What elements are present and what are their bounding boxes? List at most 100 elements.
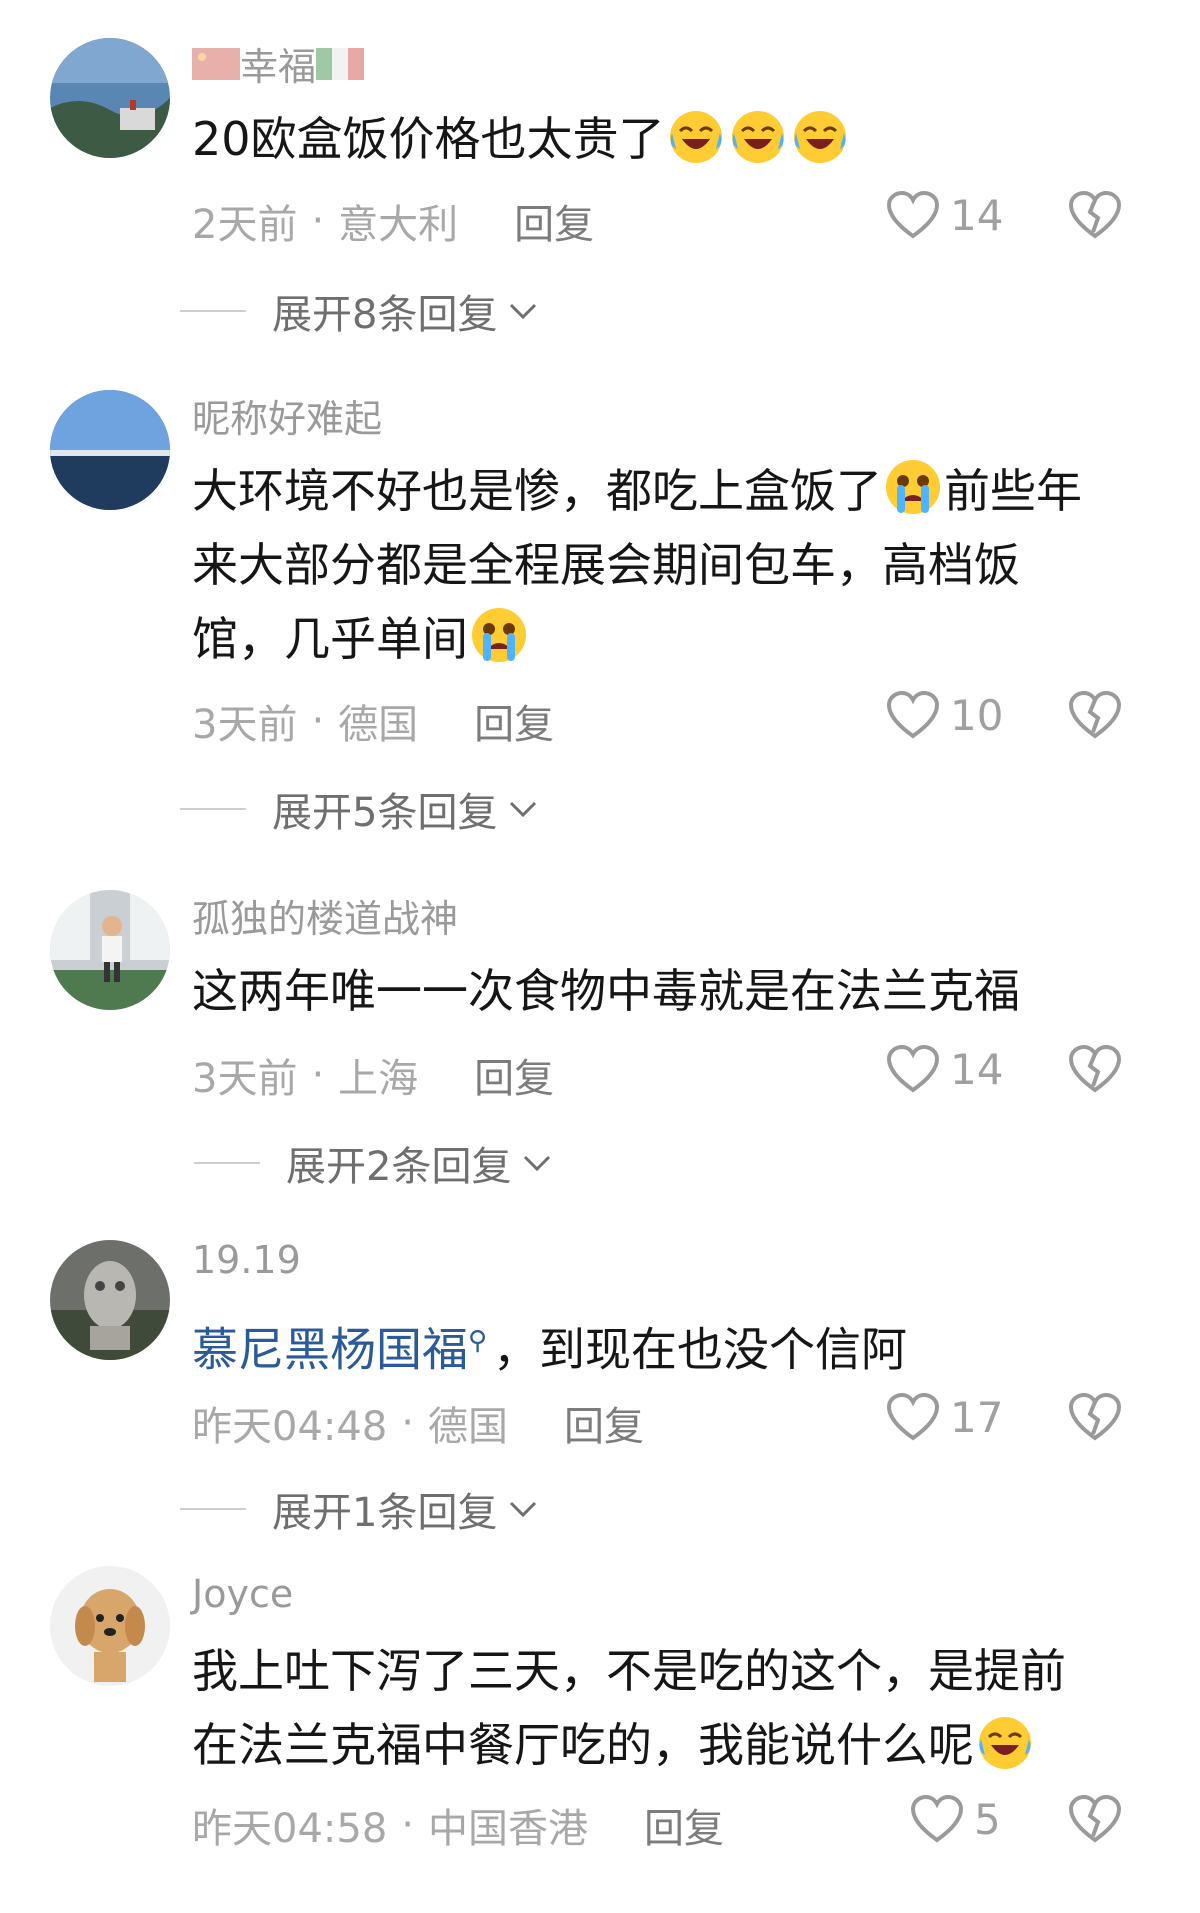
separator-dot: · xyxy=(401,1400,414,1446)
comment-body: 慕尼黑杨国福⚲ ，到现在也没个信阿 xyxy=(192,1304,1132,1386)
avatar-image xyxy=(50,1240,170,1360)
comment-text: 我上吐下泻了三天，不是吃的这个，是提前 xyxy=(192,1644,1066,1698)
avatar[interactable] xyxy=(50,1566,170,1686)
username-text: Joyce xyxy=(192,1572,294,1616)
expand-replies[interactable]: 展开2条回复 xyxy=(194,1134,553,1192)
comment-text: 前些年 xyxy=(944,464,1082,518)
reply-button[interactable]: 回复 xyxy=(474,1046,554,1104)
comment-meta: 2天前 · 意大利 回复 xyxy=(192,192,594,250)
expand-label: 展开8条回复 xyxy=(272,292,498,338)
comment-time: 昨天04:48 xyxy=(192,1404,388,1450)
like-count: 10 xyxy=(950,690,1004,740)
avatar-image xyxy=(50,38,170,158)
username-text: 幸福 xyxy=(240,45,317,89)
like-count: 17 xyxy=(950,1392,1004,1442)
search-icon[interactable]: ⚲ xyxy=(468,1326,487,1356)
china-flag-icon xyxy=(192,47,240,80)
comment-body: 大环境不好也是惨，都吃上盒饭了 前些年 来大部分都是全程展会期间包车，高档饭 馆，… xyxy=(192,454,1132,676)
comment-location: 中国香港 xyxy=(428,1806,588,1852)
comment-text: 来大部分都是全程展会期间包车，高档饭 xyxy=(192,538,1020,592)
username[interactable]: 幸福 xyxy=(192,36,365,91)
heart-icon xyxy=(886,690,940,739)
username[interactable]: Joyce xyxy=(192,1572,293,1616)
username-text: 昵称好难起 xyxy=(192,397,383,441)
username[interactable]: 昵称好难起 xyxy=(192,388,382,443)
divider-line xyxy=(194,1162,260,1164)
like-count: 14 xyxy=(950,1044,1004,1094)
avatar[interactable] xyxy=(50,1240,170,1360)
dislike-button[interactable] xyxy=(1068,190,1122,240)
avatar-image xyxy=(50,1566,170,1686)
expand-label: 展开2条回复 xyxy=(286,1144,512,1190)
comment-location: 德国 xyxy=(338,702,419,748)
chevron-down-icon xyxy=(510,801,537,818)
like-button[interactable]: 10 xyxy=(886,690,1003,740)
reply-button[interactable]: 回复 xyxy=(514,192,594,250)
heart-icon xyxy=(886,1044,940,1093)
comment-location: 德国 xyxy=(428,1404,508,1450)
comment-meta: 昨天04:48 · 德国 回复 xyxy=(192,1394,644,1452)
username-text: 19.19 xyxy=(192,1238,301,1282)
comment-text: 在法兰克福中餐厅吃的，我能说什么呢 xyxy=(192,1718,974,1772)
heart-icon xyxy=(886,1392,940,1441)
comment-time: 昨天04:58 xyxy=(192,1806,388,1852)
laugh-cry-emoji xyxy=(666,105,726,165)
reply-button[interactable]: 回复 xyxy=(564,1394,644,1452)
comment-text: ，到现在也没个信阿 xyxy=(493,1322,908,1377)
avatar[interactable] xyxy=(50,890,170,1010)
heart-icon xyxy=(910,1794,964,1843)
chevron-down-icon xyxy=(524,1155,551,1172)
divider-line xyxy=(180,808,246,810)
mention-link[interactable]: 慕尼黑杨国福 xyxy=(192,1322,468,1376)
dislike-button[interactable] xyxy=(1068,690,1122,740)
broken-heart-icon xyxy=(1068,1794,1122,1843)
expand-label: 展开1条回复 xyxy=(272,1490,498,1536)
like-button[interactable]: 5 xyxy=(910,1794,1001,1844)
separator-dot: · xyxy=(311,1052,325,1098)
comment-text: 大环境不好也是惨，都吃上盒饭了 xyxy=(192,464,882,518)
comment-time: 3天前 xyxy=(192,702,298,748)
separator-dot: · xyxy=(311,198,325,244)
broken-heart-icon xyxy=(1068,1044,1122,1093)
broken-heart-icon xyxy=(1068,1392,1122,1441)
comment-location: 上海 xyxy=(338,1056,419,1102)
expand-replies[interactable]: 展开1条回复 xyxy=(180,1480,539,1538)
comment-time: 3天前 xyxy=(192,1056,298,1102)
comment-text: 20欧盒饭价格也太贵了 xyxy=(192,112,665,166)
avatar[interactable] xyxy=(50,38,170,158)
username[interactable]: 孤独的楼道战神 xyxy=(192,888,458,943)
comment-body: 我上吐下泻了三天，不是吃的这个，是提前 在法兰克福中餐厅吃的，我能说什么呢 xyxy=(192,1634,1132,1782)
laugh-cry-emoji xyxy=(975,1711,1035,1771)
chevron-down-icon xyxy=(510,303,537,320)
avatar[interactable] xyxy=(50,390,170,510)
chevron-down-icon xyxy=(510,1501,537,1518)
expand-label: 展开5条回复 xyxy=(272,790,498,836)
laugh-cry-emoji xyxy=(728,105,788,165)
comment-text: 馆，几乎单间 xyxy=(192,612,468,666)
reply-button[interactable]: 回复 xyxy=(474,692,554,750)
comment-text: 这两年唯一一次食物中毒就是在法兰克福 xyxy=(192,964,1020,1018)
expand-replies[interactable]: 展开5条回复 xyxy=(180,780,539,838)
like-button[interactable]: 17 xyxy=(886,1392,1003,1442)
divider-line xyxy=(180,310,246,312)
comment-body: 20欧盒饭价格也太贵了 xyxy=(192,102,1132,176)
like-button[interactable]: 14 xyxy=(886,190,1003,240)
dislike-button[interactable] xyxy=(1068,1044,1122,1094)
like-count: 5 xyxy=(974,1794,1001,1844)
comment-time: 2天前 xyxy=(192,202,298,248)
reply-button[interactable]: 回复 xyxy=(644,1796,724,1854)
like-count: 14 xyxy=(950,190,1004,240)
separator-dot: · xyxy=(311,698,325,744)
comment-meta: 3天前 · 上海 回复 xyxy=(192,1046,554,1104)
expand-replies[interactable]: 展开8条回复 xyxy=(180,282,539,340)
like-button[interactable]: 14 xyxy=(886,1044,1003,1094)
heart-icon xyxy=(886,190,940,239)
comment-feed: 幸福 20欧盒饭价格也太贵了 2天前 · 意大利 回复 14 展开8条回复 昵称… xyxy=(0,0,1200,1913)
broken-heart-icon xyxy=(1068,690,1122,739)
username-text: 孤独的楼道战神 xyxy=(192,897,459,941)
avatar-image xyxy=(50,390,170,510)
username[interactable]: 19.19 xyxy=(192,1238,301,1282)
dislike-button[interactable] xyxy=(1068,1794,1122,1844)
dislike-button[interactable] xyxy=(1068,1392,1122,1442)
avatar-image xyxy=(50,890,170,1010)
